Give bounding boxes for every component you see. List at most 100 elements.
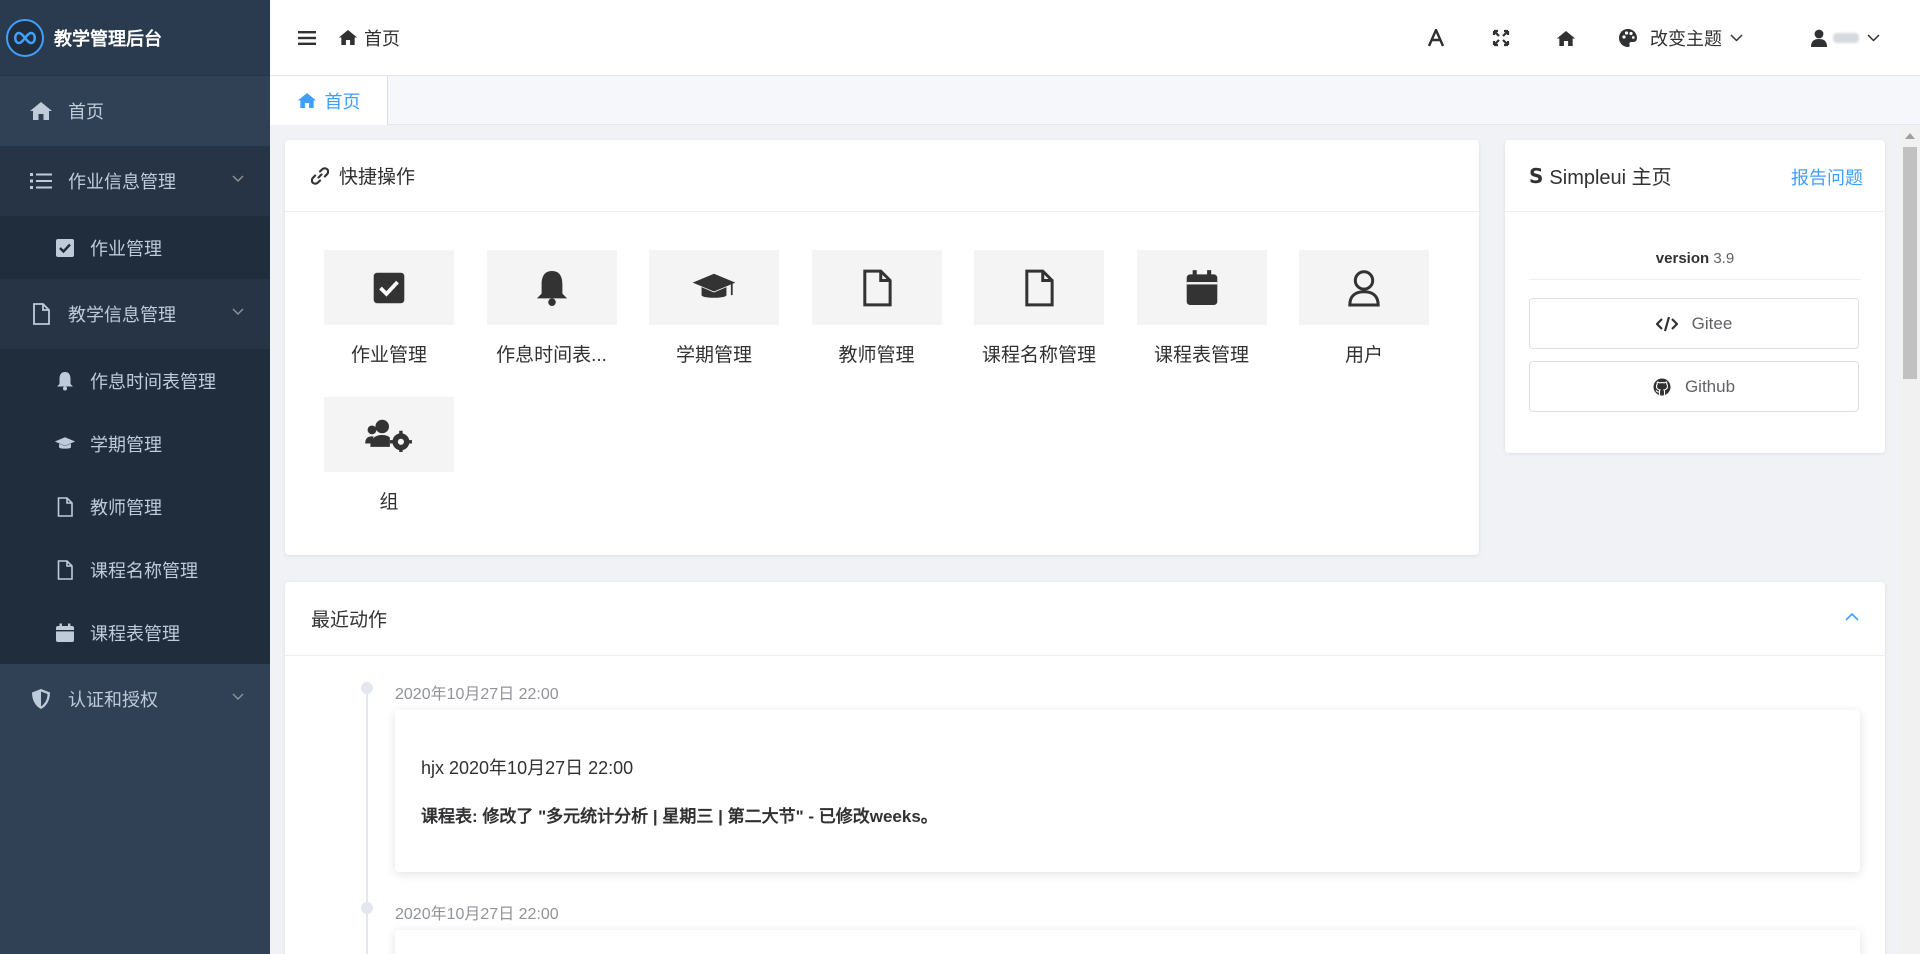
simpleui-title: Simpleui 主页	[1549, 167, 1672, 189]
github-button[interactable]: Github	[1529, 361, 1859, 412]
gitee-label: Gitee	[1691, 313, 1733, 333]
sidebar-item-auth[interactable]: 认证和授权	[0, 664, 270, 734]
graduation-cap-icon	[649, 250, 779, 325]
sidebar-item-course-name[interactable]: 课程名称管理	[0, 538, 270, 601]
infinity-logo-icon	[6, 18, 44, 57]
logo[interactable]: 教学管理后台	[0, 0, 270, 76]
entry-message: 课程表: 修改了 "多元统计分析 | 星期三 | 第二大节" - 已修改week…	[421, 807, 938, 826]
graduation-cap-icon	[54, 433, 76, 455]
timeline-time: 2020年10月27日 22:00	[395, 906, 559, 923]
tab-label: 首页	[324, 91, 361, 112]
list-icon	[28, 168, 54, 194]
font-icon	[1427, 29, 1445, 47]
calendar-icon	[54, 622, 76, 644]
check-square-icon	[324, 250, 454, 325]
breadcrumb[interactable]: 首页	[338, 25, 400, 51]
quick-item-label: 作息时间表...	[496, 345, 607, 366]
sidebar-item-label: 作业管理	[90, 238, 162, 259]
quick-actions-card: 快捷操作 作业管理 作息时间表... 学期管理 教师管理 课程名称管理 课程表管…	[285, 140, 1479, 555]
palette-icon	[1618, 28, 1650, 48]
version-number: 3.9	[1713, 250, 1735, 267]
chevron-up-icon[interactable]	[1845, 612, 1859, 621]
sidebar-item-teacher[interactable]: 教师管理	[0, 475, 270, 538]
github-label: Github	[1684, 376, 1736, 396]
report-issue-link[interactable]: 报告问题	[1791, 164, 1863, 190]
tab-home[interactable]: 首页	[270, 76, 388, 125]
sidebar-item-label: 教学信息管理	[68, 305, 176, 325]
code-icon	[1655, 316, 1692, 332]
sidebar-item-home[interactable]: 首页	[0, 76, 270, 146]
top-header: 首页 改变主题	[270, 0, 1920, 76]
gitee-button[interactable]: Gitee	[1529, 298, 1859, 349]
file-icon	[28, 301, 54, 327]
file-icon	[811, 250, 942, 325]
scroll-thumb[interactable]	[1903, 147, 1917, 379]
sidebar-item-course-table[interactable]: 课程表管理	[0, 601, 270, 664]
sidebar-item-label: 作息时间表管理	[90, 371, 216, 392]
sidebar-item-label: 学期管理	[90, 434, 162, 455]
quick-item-label: 用户	[1344, 345, 1383, 366]
quick-item-label: 课程表管理	[1153, 345, 1249, 366]
chevron-down-icon	[1867, 34, 1880, 42]
shield-icon	[28, 686, 54, 712]
quick-item-course-name[interactable]: 课程名称管理	[974, 250, 1104, 367]
simpleui-card: S Simpleui 主页 报告问题 version 3.9 Gitee Git…	[1505, 140, 1885, 453]
quick-item-schedule-time[interactable]: 作息时间表...	[486, 250, 617, 367]
card-title: 快捷操作	[339, 167, 416, 188]
timeline-entry	[395, 930, 1860, 954]
header-actions: 改变主题	[1403, 0, 1920, 76]
calendar-icon	[1136, 250, 1267, 325]
scroll-up-arrow-icon[interactable]	[1905, 133, 1915, 139]
entry-author: hjx 2020年10月27日 22:00	[421, 758, 634, 778]
simpleui-brand[interactable]: S Simpleui 主页	[1529, 161, 1672, 190]
recent-actions-card: 最近动作 2020年10月27日 22:00 hjx 2020年10月27日 2…	[285, 582, 1885, 954]
home-icon	[297, 92, 325, 109]
user-icon	[1811, 29, 1827, 47]
quick-item-user[interactable]: 用户	[1299, 250, 1429, 367]
timeline-time: 2020年10月27日 22:00	[395, 686, 559, 703]
file-icon	[54, 559, 76, 581]
sidebar-item-label: 首页	[68, 102, 104, 122]
home-button[interactable]	[1533, 0, 1598, 76]
quick-actions-header: 快捷操作	[285, 140, 1479, 212]
chevron-down-icon	[232, 175, 244, 183]
sidebar-item-semester[interactable]: 学期管理	[0, 412, 270, 475]
quick-item-group[interactable]: 组	[324, 397, 454, 514]
sidebar-item-teaching-info[interactable]: 教学信息管理	[0, 279, 270, 349]
sidebar-item-label: 作业信息管理	[68, 172, 176, 192]
sidebar-item-homework-info[interactable]: 作业信息管理	[0, 146, 270, 216]
sidebar-item-schedule-time[interactable]: 作息时间表管理	[0, 349, 270, 412]
quick-item-semester[interactable]: 学期管理	[649, 250, 779, 367]
bell-icon	[54, 370, 76, 392]
quick-item-homework[interactable]: 作业管理	[324, 250, 454, 367]
quick-item-teacher[interactable]: 教师管理	[811, 250, 942, 367]
timeline-entry: hjx 2020年10月27日 22:00 课程表: 修改了 "多元统计分析 |…	[395, 710, 1860, 872]
card-title: 最近动作	[311, 610, 388, 631]
sidebar-item-label: 教师管理	[90, 497, 162, 518]
chevron-down-icon	[1730, 34, 1755, 42]
change-theme-dropdown[interactable]: 改变主题	[1598, 0, 1783, 76]
app-title: 教学管理后台	[54, 28, 162, 49]
home-icon	[338, 29, 364, 46]
home-icon	[1556, 30, 1576, 47]
user-name	[1833, 33, 1859, 43]
sidebar-item-homework[interactable]: 作业管理	[0, 216, 270, 279]
quick-item-label: 作业管理	[350, 345, 427, 366]
user-menu[interactable]	[1783, 0, 1920, 76]
home-icon	[28, 98, 54, 124]
recent-actions-header: 最近动作	[285, 582, 1885, 656]
breadcrumb-label: 首页	[364, 28, 400, 49]
link-icon	[311, 166, 339, 185]
quick-item-label: 教师管理	[838, 345, 915, 366]
menu-toggle-icon[interactable]	[298, 30, 316, 46]
simpleui-logo: S	[1529, 163, 1544, 188]
fullscreen-button[interactable]	[1468, 0, 1533, 76]
timeline-dot	[361, 902, 373, 914]
quick-item-course-table[interactable]: 课程表管理	[1136, 250, 1267, 367]
page-scrollbar[interactable]	[1900, 125, 1920, 954]
github-icon	[1653, 378, 1685, 396]
sidebar-item-label: 认证和授权	[68, 690, 158, 710]
version-info: version 3.9	[1529, 250, 1861, 280]
timeline-dot	[361, 682, 373, 694]
font-size-button[interactable]	[1403, 0, 1468, 76]
